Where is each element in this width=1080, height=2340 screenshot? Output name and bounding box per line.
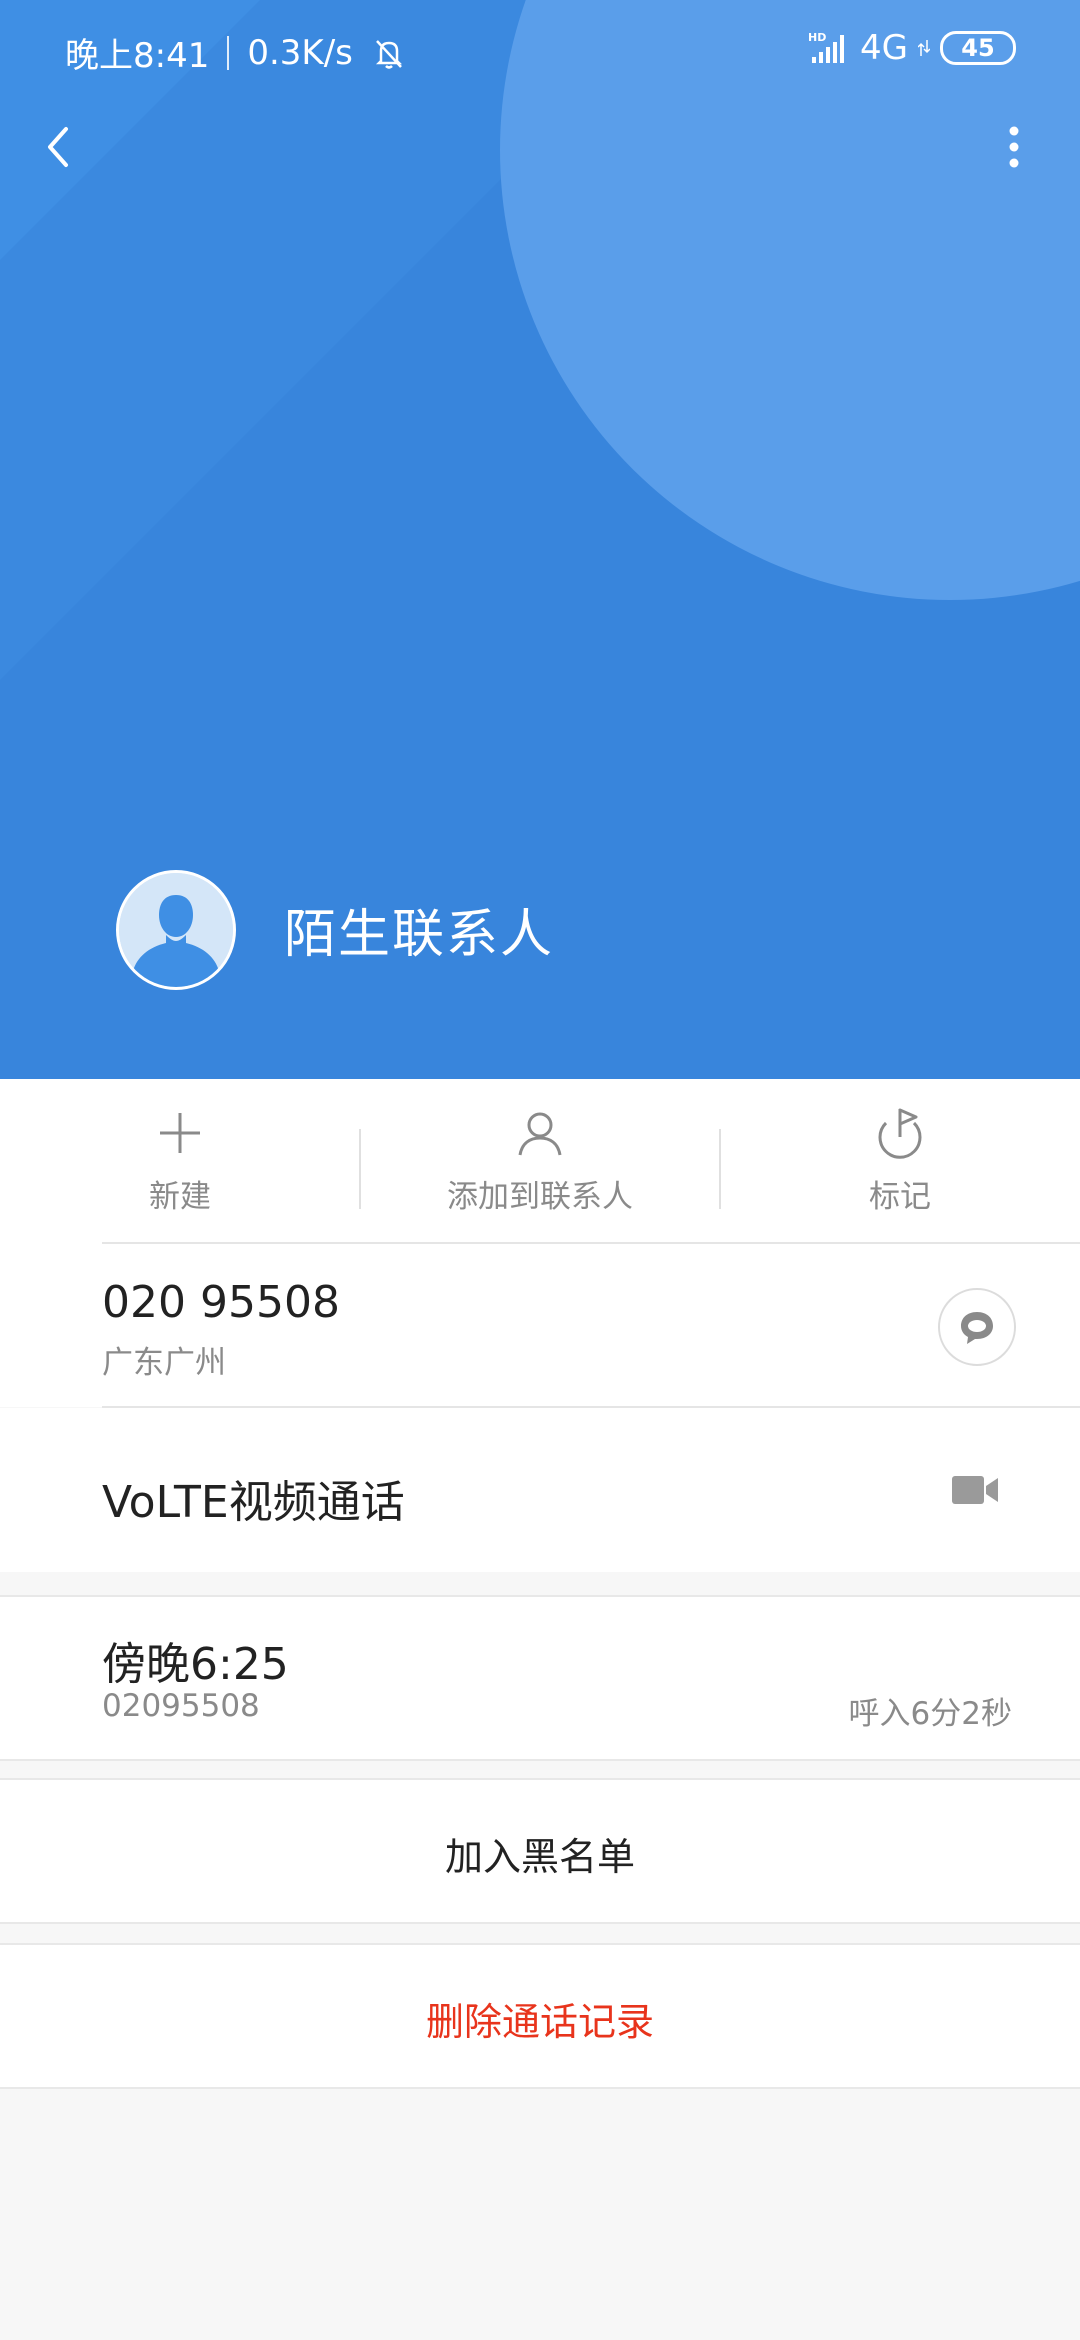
call-time: 傍晚6:25	[102, 1639, 289, 1690]
chat-bubble-icon	[961, 1312, 993, 1344]
call-number: 02095508	[102, 1688, 260, 1724]
call-description: 呼入6分2秒	[848, 1696, 1012, 1732]
action-divider	[359, 1129, 361, 1209]
add-to-contacts-button[interactable]: 添加到联系人	[360, 1079, 720, 1243]
data-arrows-icon	[918, 40, 930, 56]
more-options-button[interactable]	[996, 112, 1032, 182]
message-button[interactable]	[938, 1288, 1016, 1366]
add-to-contacts-label: 添加到联系人	[447, 1179, 633, 1215]
new-contact-button[interactable]: 新建	[0, 1079, 360, 1243]
chevron-left-icon	[48, 127, 68, 167]
contact-detail-page: 晚上8:41 0.3K/s HD 4G 45 陌生联系人 新建 添加到联系人 标…	[0, 0, 1080, 2340]
header-banner: 晚上8:41 0.3K/s HD 4G 45 陌生联系人	[0, 0, 1080, 1079]
status-time: 晚上8:41	[65, 36, 210, 76]
action-divider	[719, 1129, 721, 1209]
new-contact-label: 新建	[149, 1179, 211, 1215]
signal-hd-icon: HD	[808, 31, 845, 63]
divider	[102, 1242, 1080, 1244]
network-speed: 0.3K/s	[247, 32, 353, 73]
bell-muted-icon	[375, 39, 402, 69]
action-bar: 新建 添加到联系人 标记	[0, 1079, 1080, 1243]
flag-icon	[878, 1108, 922, 1159]
phone-location: 广东广州	[102, 1345, 226, 1381]
video-call-button[interactable]	[950, 1470, 1002, 1510]
phone-number: 020 95508	[102, 1277, 340, 1328]
battery-indicator: 45	[940, 31, 1016, 65]
contact-name: 陌生联系人	[284, 905, 555, 965]
status-separator	[227, 35, 230, 70]
volte-label: VoLTE视频通话	[102, 1477, 405, 1528]
more-vertical-icon	[1009, 126, 1019, 168]
plus-icon	[160, 1113, 200, 1153]
person-icon	[518, 1112, 562, 1156]
person-silhouette-icon	[119, 873, 233, 987]
mark-label: 标记	[869, 1179, 931, 1215]
video-camera-icon	[952, 1476, 998, 1504]
mark-button[interactable]: 标记	[720, 1079, 1080, 1243]
add-to-blacklist-button[interactable]: 加入黑名单	[0, 1826, 1080, 1881]
network-type: 4G	[860, 28, 908, 68]
delete-call-log-button[interactable]: 删除通话记录	[0, 1991, 1080, 2046]
status-bar: 晚上8:41 0.3K/s HD 4G 45	[0, 0, 1080, 100]
back-button[interactable]	[34, 112, 86, 182]
svg-text:HD: HD	[808, 31, 826, 44]
avatar	[116, 870, 236, 990]
